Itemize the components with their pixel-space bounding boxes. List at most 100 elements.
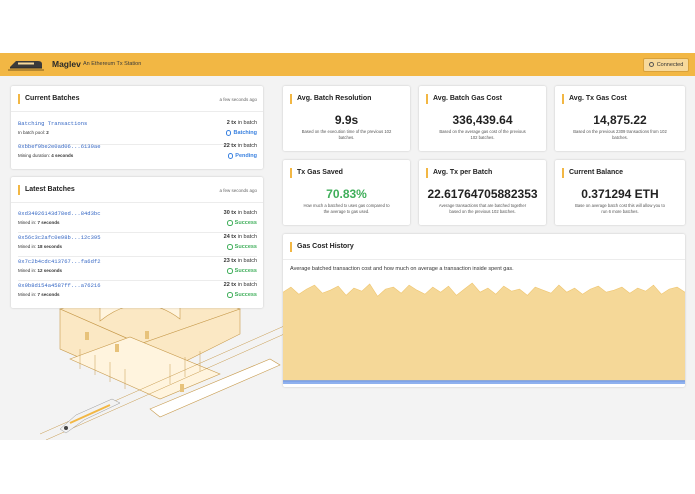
stat-description: Based on the execution time of the previ… — [301, 129, 392, 140]
batch-meta-value: 7 seconds — [37, 292, 60, 297]
batch-row[interactable]: Batching Transactions In batch pool: 2 2… — [18, 120, 257, 142]
batch-tx-count: 2 tx in batch — [227, 120, 257, 126]
stat-title: Avg. Batch Gas Cost — [426, 94, 502, 104]
series-area-0 — [283, 283, 685, 384]
top-bar: Maglev An Ethereum Tx Station Connected — [0, 53, 695, 76]
stat-value: 70.83% — [326, 187, 367, 201]
batch-meta: Mined in: 7 seconds — [18, 220, 60, 225]
current-batches-title: Current Batches — [18, 94, 79, 104]
stat-title: Avg. Batch Resolution — [290, 94, 371, 104]
status-label: Success — [234, 220, 257, 226]
batch-meta-value: 7 seconds — [37, 220, 60, 225]
stat-value: 0.371294 ETH — [581, 187, 659, 201]
check-circle-icon — [227, 244, 233, 250]
clock-icon — [227, 153, 234, 159]
stat-description: Based on the previous 2309 transactions … — [573, 129, 667, 140]
batch-meta: In batch pool: 2 — [18, 130, 49, 135]
status-badge: Success — [227, 244, 257, 250]
stat-card-current-balance: Current Balance 0.371294 ETH Base on ave… — [555, 160, 685, 225]
batch-row[interactable]: 0x7c2b4cdc413767...fa6df2 Mined in: 12 s… — [18, 258, 257, 280]
batch-hash-link[interactable]: 0xbbef9be2e0ad06...6130ae — [18, 143, 101, 150]
stat-title: Avg. Tx per Batch — [426, 168, 492, 178]
batch-tx-count: 23 tx in batch — [224, 258, 257, 264]
train-station-illustration — [40, 289, 300, 440]
stat-card-avg-tx-gas-cost: Avg. Tx Gas Cost 14,875.22 Based on the … — [555, 86, 685, 151]
batch-meta: Mined in: 18 seconds — [18, 244, 62, 249]
tx-count-suffix: in batch — [237, 234, 257, 240]
batch-hash-link[interactable]: 0x9b8d154a4587ff...a76216 — [18, 282, 101, 289]
tx-count-value: 30 tx — [223, 210, 237, 216]
batch-hash-link[interactable]: 0x56c3c2afc0e98b...12c395 — [18, 234, 101, 241]
app-tagline: An Ethereum Tx Station — [83, 60, 142, 67]
app-window: Maglev An Ethereum Tx Station Connected — [0, 53, 695, 440]
batch-meta-label: Mined in: — [18, 292, 37, 297]
batch-tx-count: 22 tx in batch — [224, 143, 257, 149]
batch-meta-value: 2 — [46, 130, 49, 135]
batch-meta: Mining duration: 4 seconds — [18, 153, 73, 158]
connection-status-icon — [648, 62, 654, 67]
stat-description: How much a batched tx uses gas compared … — [303, 203, 390, 214]
tx-count-value: 24 tx — [223, 234, 237, 240]
status-label: Batching — [233, 130, 257, 136]
latest-batches-title: Latest Batches — [18, 185, 75, 195]
stat-card-tx-gas-saved: Tx Gas Saved 70.83% How much a batched t… — [283, 160, 410, 225]
current-batches-card: Current Batches a few seconds ago Batchi… — [11, 86, 263, 169]
stat-card-avg-batch-gas-cost: Avg. Batch Gas Cost 336,439.64 Based on … — [419, 86, 546, 151]
batch-meta-label: Mined in: — [18, 220, 37, 225]
batch-meta-value: 12 seconds — [37, 268, 63, 273]
connection-status-button[interactable]: Connected — [643, 57, 689, 72]
divider — [11, 202, 263, 203]
batch-hash-link[interactable]: Batching Transactions — [18, 120, 87, 127]
stat-title: Avg. Tx Gas Cost — [562, 94, 627, 104]
batch-hash-link[interactable]: 0xd34926143d78ed...84d3bc — [18, 210, 101, 217]
stat-value: 22.61764705882353 — [427, 187, 538, 201]
gas-cost-history-card: Gas Cost History Average batched transac… — [283, 234, 685, 387]
batch-row[interactable]: 0x56c3c2afc0e98b...12c395 Mined in: 18 s… — [18, 234, 257, 256]
stat-description: Average transactions that are batched to… — [438, 203, 527, 214]
divider — [18, 280, 257, 281]
tx-count-suffix: in batch — [237, 120, 257, 126]
stat-description: Based on the average gas cost of the pre… — [439, 129, 526, 140]
stat-title: Tx Gas Saved — [290, 168, 343, 178]
batch-hash-link[interactable]: 0x7c2b4cdc413767...fa6df2 — [18, 258, 101, 265]
tx-count-suffix: in batch — [237, 143, 257, 149]
status-label: Pending — [235, 153, 257, 159]
status-badge: Success — [227, 292, 257, 298]
batch-row[interactable]: 0xd34926143d78ed...84d3bc Mined in: 7 se… — [18, 210, 257, 232]
gas-cost-chart — [283, 282, 685, 384]
stat-card-avg-batch-resolution: Avg. Batch Resolution 9.9s Based on the … — [283, 86, 410, 151]
batch-meta-label: In batch pool: — [18, 130, 46, 135]
latest-batches-updated: a few seconds ago — [219, 188, 257, 193]
batch-row[interactable]: 0xbbef9be2e0ad06...6130ae Mining duratio… — [18, 143, 257, 165]
status-badge: Batching — [225, 130, 257, 136]
tx-count-suffix: in batch — [237, 258, 257, 264]
status-badge: Success — [227, 268, 257, 274]
divider — [11, 111, 263, 112]
tx-count-suffix: in batch — [237, 282, 257, 288]
batch-row[interactable]: 0x9b8d154a4587ff...a76216 Mined in: 7 se… — [18, 282, 257, 304]
batching-icon — [225, 130, 232, 136]
batch-meta-label: Mining duration: — [18, 153, 51, 158]
tx-count-value: 22 tx — [223, 282, 237, 288]
current-batches-updated: a few seconds ago — [219, 97, 257, 102]
stat-value: 336,439.64 — [452, 113, 513, 127]
tx-count-value: 23 tx — [223, 258, 237, 264]
train-logo-icon — [8, 61, 44, 71]
batch-meta-value: 18 seconds — [37, 244, 63, 249]
check-circle-icon — [227, 292, 233, 298]
status-label: Success — [234, 292, 257, 298]
stat-value: 9.9s — [334, 113, 359, 127]
status-label: Success — [234, 244, 257, 250]
tx-count-suffix: in batch — [237, 210, 257, 216]
batch-tx-count: 24 tx in batch — [224, 234, 257, 240]
batch-tx-count: 30 tx in batch — [224, 210, 257, 216]
status-badge: Success — [227, 220, 257, 226]
stat-value: 14,875.22 — [593, 113, 647, 127]
batch-meta-value: 4 seconds — [51, 153, 74, 158]
batch-meta: Mined in: 7 seconds — [18, 292, 60, 297]
batch-meta: Mined in: 12 seconds — [18, 268, 62, 273]
status-label: Success — [234, 268, 257, 274]
stat-title: Current Balance — [562, 168, 623, 178]
batch-meta-label: Mined in: — [18, 244, 37, 249]
latest-batches-card: Latest Batches a few seconds ago 0xd3492… — [11, 177, 263, 308]
